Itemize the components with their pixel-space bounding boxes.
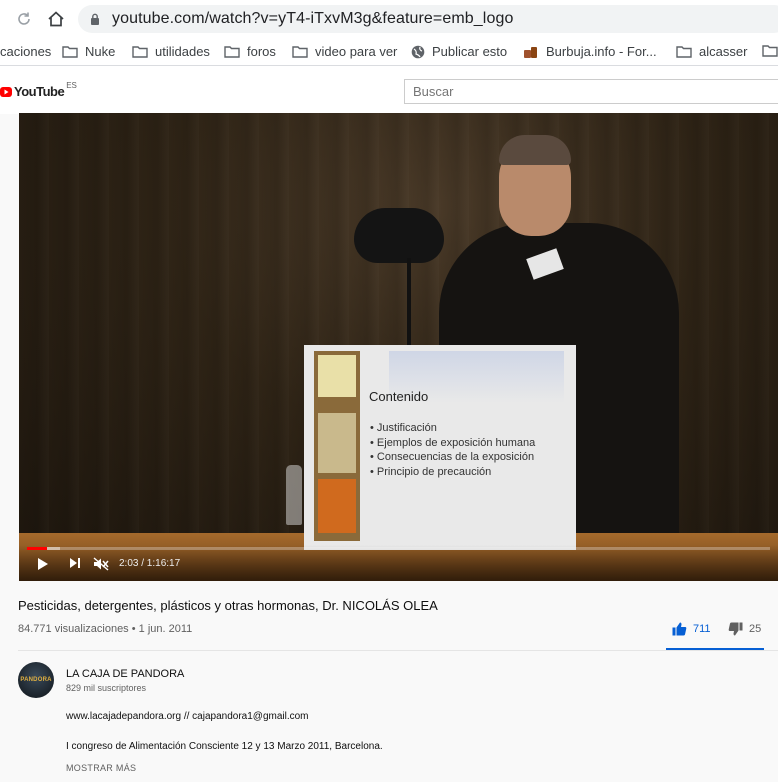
browser-address-bar: youtube.com/watch?v=yT4-iTxvM3g&feature=… <box>0 0 778 38</box>
bookmark-nuke[interactable]: Nuke <box>62 44 115 59</box>
thumbs-down-icon <box>728 622 743 636</box>
show-more-button[interactable]: MOSTRAR MÁS <box>66 763 136 773</box>
video-player[interactable]: Contenido • Justificación • Ejemplos de … <box>19 113 778 581</box>
video-frame: Contenido • Justificación • Ejemplos de … <box>19 113 778 581</box>
divider <box>18 650 778 651</box>
next-button[interactable] <box>69 557 81 569</box>
time-display: 2:03 / 1:16:17 <box>119 558 181 569</box>
video-title: Pesticidas, detergentes, plásticos y otr… <box>18 598 438 613</box>
slide-item: • Principio de precaución <box>370 465 492 478</box>
like-count: 711 <box>693 623 711 635</box>
mute-button[interactable] <box>93 557 109 571</box>
bookmark-label: alcasser <box>699 44 748 59</box>
player-controls: 2:03 / 1:16:17 <box>19 545 778 581</box>
skip-next-icon <box>70 558 80 568</box>
bookmark-label: video para ver <box>315 44 398 59</box>
home-icon[interactable] <box>46 9 66 29</box>
bookmark-alcasser[interactable]: alcasser <box>676 44 747 59</box>
bookmark-video-para-ver[interactable]: video para ver <box>292 44 397 59</box>
globe-icon <box>411 45 425 59</box>
folder-icon <box>292 45 308 58</box>
folder-icon <box>224 45 240 58</box>
youtube-play-logo-icon <box>0 86 12 97</box>
logo-wordmark: YouTube <box>14 84 65 99</box>
bookmark-label: utilidades <box>155 44 210 59</box>
slide-item: • Consecuencias de la exposición <box>370 451 535 463</box>
bookmark-label: caciones <box>0 44 52 59</box>
bookmark-label: foros <box>247 44 276 59</box>
folder-icon <box>762 44 778 57</box>
play-button[interactable] <box>37 557 49 571</box>
lock-icon <box>91 13 99 25</box>
reload-icon[interactable] <box>14 9 34 29</box>
region-code: ES <box>66 81 77 90</box>
bookmark-utilidades[interactable]: utilidades <box>132 44 210 59</box>
slide-list: • Justificación • Ejemplos de exposición… <box>370 421 535 479</box>
slide-item: • Ejemplos de exposición humana <box>370 436 536 449</box>
avatar-text: PANDORA <box>20 677 52 683</box>
play-icon <box>38 558 48 570</box>
slide-title: Contenido <box>369 389 429 404</box>
thumbs-up-icon <box>672 622 687 636</box>
description-line-2: I congreso de Alimentación Consciente 12… <box>66 741 383 752</box>
volume-muted-icon <box>93 557 109 571</box>
bookmark-caciones[interactable]: caciones <box>0 44 51 59</box>
bookmark-label: Publicar esto <box>432 44 508 59</box>
channel-name[interactable]: LA CAJA DE PANDORA <box>66 668 184 680</box>
folder-icon <box>62 45 78 58</box>
youtube-header: YouTube ES <box>0 66 778 114</box>
podium-slide: Contenido • Justificación • Ejemplos de … <box>304 345 576 550</box>
bookmark-publicar-esto[interactable]: Publicar esto <box>411 44 507 59</box>
bookmark-foros[interactable]: foros <box>224 44 276 59</box>
search-input[interactable] <box>404 79 778 104</box>
progress-bar[interactable] <box>27 547 770 550</box>
description-line-1: www.lacajadepandora.org // cajapandora1@… <box>66 711 309 722</box>
subscriber-count: 829 mil suscriptores <box>66 683 147 693</box>
bookmark-overflow[interactable] <box>762 44 778 57</box>
folder-icon <box>132 45 148 58</box>
played-bar <box>27 547 48 550</box>
dislike-button[interactable]: 25 <box>728 622 761 636</box>
like-button[interactable]: 711 <box>672 622 711 636</box>
url-text: youtube.com/watch?v=yT4-iTxvM3g&feature=… <box>112 10 514 27</box>
bookmark-label: Nuke <box>85 44 116 59</box>
video-meta: 84.771 visualizaciones • 1 jun. 2011 <box>18 623 193 635</box>
buffered-bar <box>47 547 61 550</box>
bookmarks-bar: caciones Nuke utilidades foros video par… <box>0 38 778 66</box>
channel-avatar[interactable]: PANDORA <box>18 662 54 698</box>
slide-item: • Justificación <box>370 422 437 434</box>
bookmark-burbuja[interactable]: Burbuja.info - For... <box>523 44 657 59</box>
dislike-count: 25 <box>749 623 762 635</box>
youtube-logo[interactable]: YouTube ES <box>0 81 77 99</box>
folder-icon <box>676 45 692 58</box>
bookmark-label: Burbuja.info - For... <box>546 44 657 59</box>
omnibox[interactable]: youtube.com/watch?v=yT4-iTxvM3g&feature=… <box>78 5 778 33</box>
burbuja-icon <box>523 45 539 59</box>
